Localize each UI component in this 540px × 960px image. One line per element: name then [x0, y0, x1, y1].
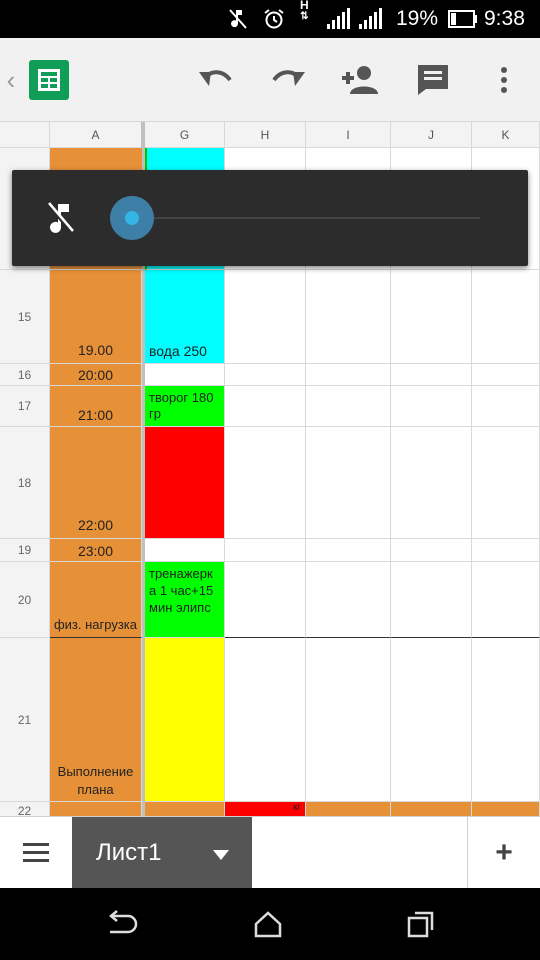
undo-icon[interactable]: [192, 38, 238, 122]
cell-h20[interactable]: [225, 562, 306, 638]
column-header-j[interactable]: J: [391, 122, 472, 148]
cell-k21[interactable]: [472, 638, 540, 802]
battery-percent: 19%: [396, 7, 439, 30]
cell-i18[interactable]: [306, 427, 391, 539]
cell-j17[interactable]: [391, 386, 472, 427]
column-header-a[interactable]: A: [50, 122, 142, 148]
comment-icon[interactable]: [410, 38, 456, 122]
cell-i19[interactable]: [306, 539, 391, 562]
cell-j18[interactable]: [391, 427, 472, 539]
cell-a16[interactable]: 20:00: [50, 364, 142, 386]
recent-apps-icon[interactable]: [407, 910, 435, 943]
cell-k15[interactable]: [472, 270, 540, 364]
column-header-k[interactable]: K: [472, 122, 540, 148]
cell-h17[interactable]: [225, 386, 306, 427]
column-header-i[interactable]: I: [306, 122, 391, 148]
cell-h16[interactable]: [225, 364, 306, 386]
cell-g15[interactable]: вода 250: [145, 270, 225, 364]
cell-j22[interactable]: [391, 802, 472, 816]
music-muted-status-icon: [226, 0, 250, 38]
row-header-15[interactable]: 15: [0, 270, 50, 364]
cell-h19[interactable]: [225, 539, 306, 562]
cell-k19[interactable]: [472, 539, 540, 562]
row-header-19[interactable]: 19: [0, 539, 50, 562]
status-bar: H ⇅ 19% 9:38: [0, 0, 540, 38]
cell-h21[interactable]: [225, 638, 306, 802]
redo-icon[interactable]: [266, 38, 312, 122]
cell-a15[interactable]: 19.00: [50, 270, 142, 364]
volume-slider-track[interactable]: [130, 217, 480, 219]
cell-g18[interactable]: [145, 427, 225, 539]
cell-k16[interactable]: [472, 364, 540, 386]
cell-i20[interactable]: [306, 562, 391, 638]
row-header-20[interactable]: 20: [0, 562, 50, 638]
clock: 9:38: [484, 7, 525, 30]
cell-h18[interactable]: [225, 427, 306, 539]
cell-j19[interactable]: [391, 539, 472, 562]
cell-i17[interactable]: [306, 386, 391, 427]
sheet-tabs-bar: Лист1 +: [0, 816, 540, 888]
cell-a19[interactable]: 23:00: [50, 539, 142, 562]
volume-slider-thumb[interactable]: [110, 196, 154, 240]
row-header-21[interactable]: 21: [0, 638, 50, 802]
cell-g22[interactable]: [145, 802, 225, 816]
sheet-tab-label: Лист1: [96, 838, 162, 866]
column-header-h[interactable]: H: [225, 122, 306, 148]
volume-panel: [12, 170, 528, 266]
signal-2-status-icon: [358, 0, 384, 38]
cell-a20[interactable]: физ. нагрузка: [50, 562, 142, 638]
row-header-22[interactable]: 22: [0, 802, 50, 816]
navigation-bar: [0, 888, 540, 960]
cell-g21[interactable]: [145, 638, 225, 802]
cell-k18[interactable]: [472, 427, 540, 539]
cell-k17[interactable]: [472, 386, 540, 427]
alarm-status-icon: [262, 0, 286, 38]
dropdown-arrow-icon[interactable]: [213, 847, 229, 865]
cell-a21[interactable]: Выполнение плана: [50, 638, 142, 802]
cell-j15[interactable]: [391, 270, 472, 364]
cell-g20[interactable]: тренажерка 1 час+15 мин элипс: [145, 562, 225, 638]
menu-icon[interactable]: [0, 817, 72, 888]
row-header-18[interactable]: 18: [0, 427, 50, 539]
cell-i22[interactable]: [306, 802, 391, 816]
cell-j16[interactable]: [391, 364, 472, 386]
column-header-g[interactable]: G: [145, 122, 225, 148]
cell-a18[interactable]: 22:00: [50, 427, 142, 539]
corner-cell[interactable]: [0, 122, 50, 148]
network-type-icon: H ⇅: [300, 0, 309, 22]
volume-slider-thumb-center: [125, 211, 139, 225]
cell-i21[interactable]: [306, 638, 391, 802]
cell-h15[interactable]: [225, 270, 306, 364]
cell-a22[interactable]: [50, 802, 142, 816]
battery-icon: [448, 0, 478, 38]
sheet-tab-active[interactable]: Лист1: [72, 817, 252, 888]
cell-k20[interactable]: [472, 562, 540, 638]
cell-h22[interactable]: кг: [225, 802, 306, 816]
app-toolbar: ‹: [0, 38, 540, 122]
cell-g15-text: вода 250: [149, 343, 207, 359]
row-header-16[interactable]: 16: [0, 364, 50, 386]
cell-i15[interactable]: [306, 270, 391, 364]
cell-g17[interactable]: творог 180 гр: [145, 386, 225, 427]
back-icon[interactable]: [104, 910, 138, 943]
cell-j20[interactable]: [391, 562, 472, 638]
add-sheet-button[interactable]: +: [468, 817, 540, 888]
cell-a17[interactable]: 21:00: [50, 386, 142, 427]
add-person-icon[interactable]: [336, 38, 382, 122]
cell-g16[interactable]: [145, 364, 225, 386]
signal-status-icon: [326, 0, 352, 38]
cell-g19[interactable]: [145, 539, 225, 562]
more-vert-icon[interactable]: [490, 38, 518, 122]
cell-k22[interactable]: [472, 802, 540, 816]
row-header-17[interactable]: 17: [0, 386, 50, 427]
cell-j21[interactable]: [391, 638, 472, 802]
cell-i16[interactable]: [306, 364, 391, 386]
home-icon[interactable]: [254, 910, 282, 943]
music-muted-icon[interactable]: [46, 200, 76, 241]
back-chevron-icon[interactable]: ‹: [2, 38, 20, 122]
sheets-logo-icon[interactable]: [28, 38, 70, 122]
